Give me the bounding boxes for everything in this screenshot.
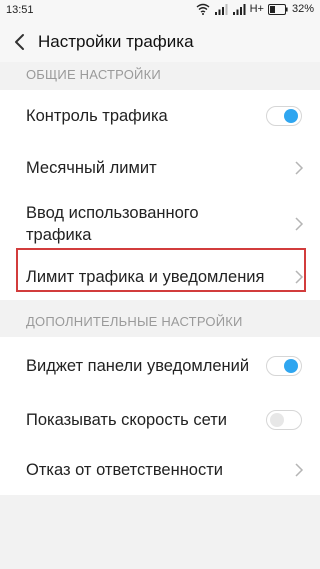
network-type: H+ xyxy=(249,3,264,15)
used-traffic-input-row[interactable]: Ввод использованного трафика xyxy=(0,194,320,254)
monthly-limit-label: Месячный лимит xyxy=(26,159,157,177)
section-title-general: ОБЩИЕ НАСТРОЙКИ xyxy=(26,67,161,82)
status-icons: H+ 32% xyxy=(196,3,314,15)
wifi-icon xyxy=(196,3,210,15)
app-header: Настройки трафика xyxy=(0,22,320,62)
disclaimer-row[interactable]: Отказ от ответственности xyxy=(0,445,320,495)
show-network-speed-label: Показывать скорость сети xyxy=(26,411,227,429)
chevron-right-icon xyxy=(295,161,304,175)
battery-percent: 32% xyxy=(291,3,314,15)
disclaimer-label: Отказ от ответственности xyxy=(26,461,224,479)
status-time: 13:51 xyxy=(6,4,34,16)
used-traffic-label: Ввод использованного трафика xyxy=(26,204,199,244)
toggle-knob xyxy=(284,109,298,123)
signal-icon xyxy=(214,4,228,15)
battery-icon xyxy=(267,3,288,15)
chevron-left-icon[interactable] xyxy=(8,30,32,54)
monthly-limit-row[interactable]: Месячный лимит xyxy=(0,142,320,194)
highlight-box xyxy=(16,248,306,292)
additional-settings-list: Виджет панели уведомлений Показывать ско… xyxy=(0,337,320,495)
chevron-right-icon xyxy=(295,217,304,231)
notification-widget-toggle[interactable] xyxy=(266,356,302,376)
notification-widget-label: Виджет панели уведомлений xyxy=(26,357,250,375)
chevron-right-icon xyxy=(295,463,304,477)
section-title-additional: ДОПОЛНИТЕЛЬНЫЕ НАСТРОЙКИ xyxy=(26,314,243,329)
toggle-knob xyxy=(284,359,298,373)
show-network-speed-row[interactable]: Показывать скорость сети xyxy=(0,395,320,445)
traffic-control-row[interactable]: Контроль трафика xyxy=(0,90,320,142)
traffic-control-toggle[interactable] xyxy=(266,106,302,126)
status-bar: 13:51 H+ 32% xyxy=(0,0,320,22)
notification-widget-row[interactable]: Виджет панели уведомлений xyxy=(0,337,320,395)
page-title: Настройки трафика xyxy=(38,32,194,51)
toggle-knob xyxy=(270,413,284,427)
signal-icon xyxy=(232,4,246,15)
traffic-control-label: Контроль трафика xyxy=(26,107,168,125)
show-network-speed-toggle[interactable] xyxy=(266,410,302,430)
